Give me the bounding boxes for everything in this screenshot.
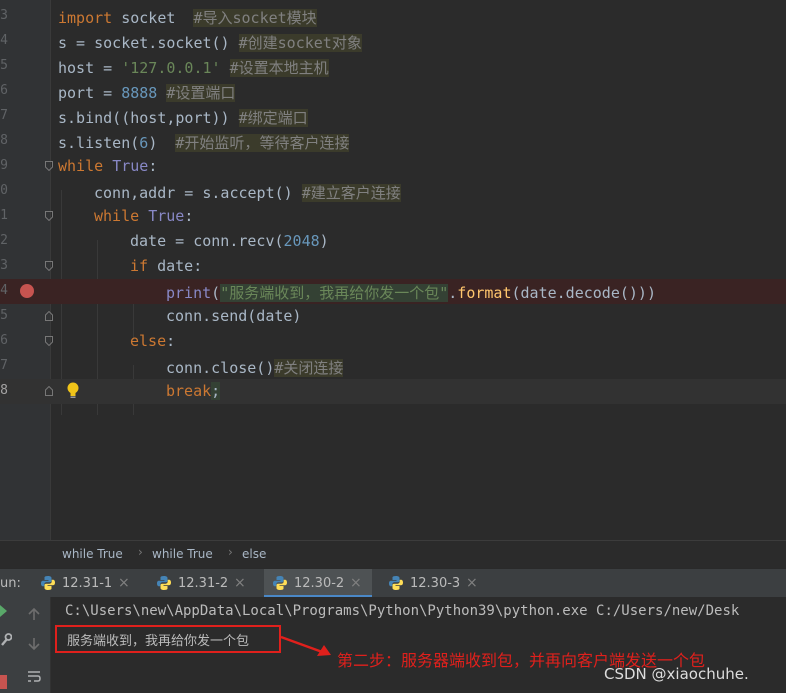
line-number: 4	[0, 33, 8, 48]
breadcrumb-separator: ›	[138, 545, 143, 559]
fold-marker-icon[interactable]	[45, 336, 53, 346]
code-line[interactable]: 5 host = '127.0.0.1' #设置本地主机	[0, 54, 786, 79]
code-line[interactable]: 8 s.listen(6) #开始监听，等待客户连接	[0, 129, 786, 154]
line-number: 5	[0, 308, 8, 323]
line-number: 5	[0, 58, 8, 73]
line-number: 3	[0, 8, 8, 23]
code-text: conn.send(date)	[166, 307, 302, 325]
code-text: host = '127.0.0.1' #设置本地主机	[58, 59, 329, 77]
line-number: 3	[0, 258, 8, 273]
fold-marker-icon[interactable]	[45, 311, 53, 321]
tab-label: 12.31-2	[178, 576, 229, 591]
close-icon[interactable]: ×	[466, 575, 478, 591]
run-tab-12-31-2[interactable]: 12.31-2 ×	[156, 569, 256, 598]
console-command: C:\Users\new\AppData\Local\Programs\Pyth…	[65, 603, 740, 619]
line-number: 8	[0, 383, 8, 398]
run-console[interactable]: C:\Users\new\AppData\Local\Programs\Pyth…	[0, 597, 786, 693]
code-text: if date:	[130, 257, 203, 275]
code-text: import socket #导入socket模块	[58, 9, 317, 27]
lightbulb-icon[interactable]	[66, 381, 80, 399]
tab-label: 12.30-2	[294, 576, 345, 591]
fold-marker-icon[interactable]	[45, 161, 53, 171]
code-text: port = 8888 #设置端口	[58, 84, 236, 102]
close-icon[interactable]: ×	[118, 575, 130, 591]
line-number: 9	[0, 158, 8, 173]
line-number: 1	[0, 208, 8, 223]
python-icon	[389, 576, 403, 590]
breadcrumb-item[interactable]: while True	[62, 547, 123, 561]
line-number: 4	[0, 283, 8, 298]
code-line[interactable]: 7 s.bind((host,port)) #绑定端口	[0, 104, 786, 129]
console-toolstrip	[0, 597, 51, 693]
code-text: s.bind((host,port)) #绑定端口	[58, 109, 308, 127]
run-tool-window-header: un: 12.31-1 × 12.31-2 × 12.30-2 × 12.30-…	[0, 568, 786, 599]
code-text: conn.close()#关闭连接	[166, 359, 344, 377]
breadcrumb-item[interactable]: while True	[152, 547, 213, 561]
breadcrumb: while True › while True › else	[0, 540, 786, 568]
fold-marker-icon[interactable]	[45, 386, 53, 396]
close-icon[interactable]: ×	[350, 575, 362, 591]
code-line[interactable]: 3 if date:	[0, 254, 786, 279]
code-line[interactable]: 6 else:	[0, 329, 786, 354]
code-text: conn,addr = s.accept() #建立客户连接	[94, 184, 401, 202]
code-line[interactable]: 0 conn,addr = s.accept() #建立客户连接	[0, 179, 786, 204]
code-text: date = conn.recv(2048)	[130, 232, 329, 250]
run-tab-12-30-2[interactable]: 12.30-2 ×	[264, 569, 372, 598]
code-line[interactable]: 3 import socket #导入socket模块	[0, 4, 786, 29]
code-text: while True:	[94, 207, 194, 225]
line-number: 0	[0, 183, 8, 198]
code-text: s.listen(6) #开始监听，等待客户连接	[58, 134, 350, 152]
breadcrumb-separator: ›	[228, 545, 233, 559]
line-number: 7	[0, 358, 8, 373]
annotation-arrow	[280, 635, 331, 656]
code-text: else:	[130, 332, 176, 350]
line-number: 7	[0, 108, 8, 123]
tab-label: 12.31-1	[62, 576, 113, 591]
code-line[interactable]: 5 conn.send(date)	[0, 304, 786, 329]
run-label: un:	[0, 576, 21, 591]
code-line-breakpoint[interactable]: 4 print("服务端收到，我再给你发一个包".format(date.dec…	[0, 279, 786, 304]
scroll-down-icon[interactable]	[27, 637, 41, 651]
tab-label: 12.30-3	[410, 576, 461, 591]
code-text: break;	[166, 382, 221, 400]
wrench-icon[interactable]	[0, 633, 12, 647]
stop-icon[interactable]	[0, 675, 8, 689]
run-tab-12-31-1[interactable]: 12.31-1 ×	[40, 569, 140, 598]
code-line[interactable]: 7 conn.close()#关闭连接	[0, 354, 786, 379]
code-text: while True:	[58, 157, 158, 175]
scroll-up-icon[interactable]	[27, 607, 41, 621]
code-editor[interactable]: 3 import socket #导入socket模块 4 s = socket…	[0, 0, 786, 540]
watermark: CSDN @xiaochuhe.	[604, 665, 749, 683]
python-icon	[41, 576, 55, 590]
fold-marker-icon[interactable]	[45, 261, 53, 271]
run-tab-12-30-3[interactable]: 12.30-3 ×	[388, 569, 488, 598]
fold-marker-icon[interactable]	[45, 211, 53, 221]
code-line[interactable]: 2 date = conn.recv(2048)	[0, 229, 786, 254]
code-text: print("服务端收到，我再给你发一个包".format(date.decod…	[166, 284, 656, 302]
rerun-icon[interactable]	[0, 603, 10, 621]
line-number: 6	[0, 83, 8, 98]
code-line[interactable]: 6 port = 8888 #设置端口	[0, 79, 786, 104]
code-line[interactable]: 1 while True:	[0, 204, 786, 229]
close-icon[interactable]: ×	[234, 575, 246, 591]
highlighted-output-box: 服务端收到，我再给你发一个包	[55, 625, 281, 653]
line-number: 2	[0, 233, 8, 248]
code-line-current[interactable]: 8 break;	[0, 379, 786, 404]
console-output: 服务端收到，我再给你发一个包	[67, 634, 250, 649]
code-line[interactable]: 9 while True:	[0, 154, 786, 179]
python-icon	[273, 576, 287, 590]
breakpoint-icon[interactable]	[20, 284, 34, 298]
breadcrumb-item[interactable]: else	[242, 547, 266, 561]
code-text: s = socket.socket() #创建socket对象	[58, 34, 362, 52]
python-icon	[157, 576, 171, 590]
line-number: 8	[0, 133, 8, 148]
code-line[interactable]: 4 s = socket.socket() #创建socket对象	[0, 29, 786, 54]
line-number: 6	[0, 333, 8, 348]
soft-wrap-icon[interactable]	[26, 669, 42, 685]
